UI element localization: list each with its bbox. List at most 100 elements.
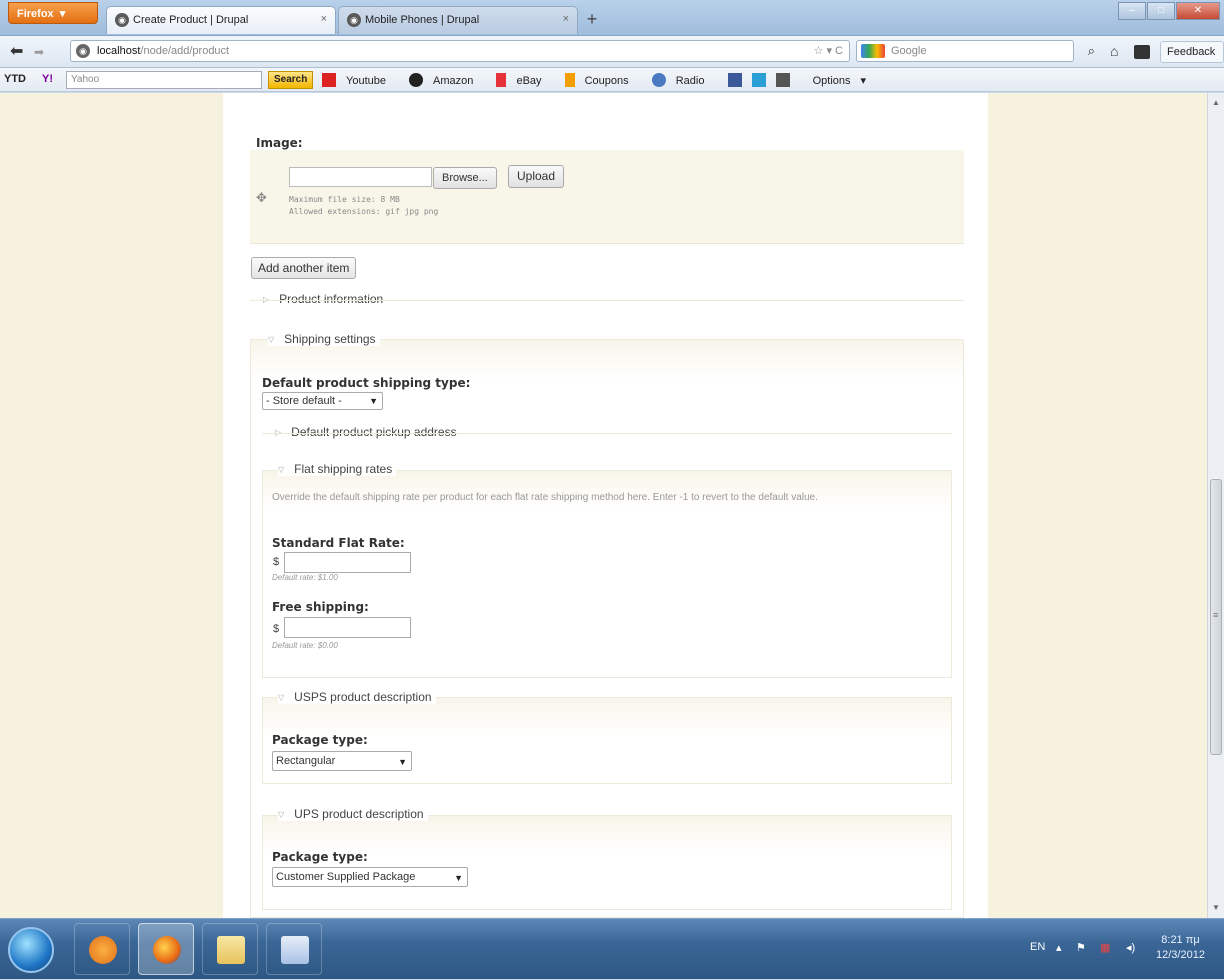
url-bar[interactable]: ◉ localhost/node/add/product ☆ ▾ C (70, 40, 850, 62)
yahoo-placeholder: Yahoo (71, 74, 100, 85)
yahoo-search-button[interactable]: Search (268, 71, 314, 89)
add-another-item-button[interactable]: Add another item (251, 257, 357, 279)
ups-package-type-select[interactable]: Customer Supplied Package ▼ (272, 867, 468, 887)
triangle-down-icon: ▽ (278, 465, 285, 474)
tab-mobile-phones[interactable]: ◉ Mobile Phones | Drupal × (338, 6, 578, 34)
standard-flat-rate-label: Standard Flat Rate: (272, 536, 405, 550)
coupons-link[interactable]: Coupons (564, 73, 639, 87)
upload-button[interactable]: Upload (508, 165, 565, 188)
url-host: localhost (97, 45, 141, 57)
currency-symbol: $ (273, 556, 280, 568)
twitter-icon (751, 73, 766, 87)
show-hidden-icons-icon[interactable]: ▴ (1056, 941, 1062, 954)
taskbar-explorer[interactable] (202, 923, 258, 975)
feedback-button[interactable]: Feedback ▾ (1160, 41, 1224, 78)
yahoo-toolbar: YTD Y! Yahoo Search Youtube Amazon eBay … (0, 68, 1224, 92)
minimize-button[interactable]: – (1118, 2, 1146, 20)
site-identity-icon[interactable]: ◉ (76, 44, 90, 58)
maximize-button[interactable]: □ (1147, 2, 1175, 20)
clock-date: 12/3/2012 (1156, 949, 1205, 961)
dropdown-arrow-icon: ▼ (398, 757, 407, 767)
bookmark-star-icon[interactable]: ☆ ▾ C (814, 41, 843, 61)
clock[interactable]: 8:21 πμ 12/3/2012 (1156, 933, 1205, 963)
system-tray: EN ▴ ⚑ ▦ ◂) 8:21 πμ 12/3/2012 (1010, 919, 1224, 980)
ebay-link[interactable]: eBay (496, 73, 551, 87)
scrollbar-thumb[interactable]: ≡ (1210, 479, 1222, 755)
options-link[interactable]: Options ▾ (813, 75, 866, 87)
dropdown-arrow-icon: ▼ (454, 873, 463, 883)
start-button[interactable] (8, 927, 54, 973)
standard-flat-rate-input[interactable] (284, 552, 411, 573)
forward-button[interactable]: ➡ (34, 42, 44, 62)
chevron-down-icon: ▾ (59, 8, 66, 20)
radio-icon (651, 73, 666, 87)
drupal-icon: ◉ (115, 13, 129, 27)
shipping-settings-label: Shipping settings (284, 332, 376, 346)
ytd-label[interactable]: YTD (4, 73, 26, 85)
amazon-icon (409, 73, 424, 87)
tab-create-product[interactable]: ◉ Create Product | Drupal × (106, 6, 336, 34)
amazon-link[interactable]: Amazon (409, 73, 483, 87)
usps-label: USPS product description (294, 690, 432, 704)
window-titlebar: Firefox ▾ ◉ Create Product | Drupal × ◉ Mob… (0, 0, 1224, 36)
volume-icon[interactable]: ◂) (1126, 941, 1135, 954)
radio-link[interactable]: Radio (651, 73, 715, 87)
browse-button[interactable]: Browse... (433, 167, 497, 189)
back-button[interactable]: ⬅ (10, 42, 23, 62)
ups-toggle[interactable]: ▽ UPS product description (278, 807, 428, 821)
grip-icon: ≡ (1213, 610, 1219, 620)
usps-package-type-select[interactable]: Rectangular ▼ (272, 751, 412, 771)
social-icons[interactable] (727, 73, 800, 87)
close-window-button[interactable]: ✕ (1176, 2, 1220, 20)
dropdown-arrow-icon: ▼ (369, 396, 378, 406)
search-input[interactable]: Google ⌕ (856, 40, 1095, 62)
youtube-link[interactable]: Youtube (322, 73, 396, 87)
taskbar-word[interactable] (266, 923, 322, 975)
search-icon[interactable]: ⌕ (1088, 41, 1095, 61)
select-value: - Store default - (266, 395, 342, 407)
scroll-up-arrow-icon[interactable]: ▲ (1208, 95, 1224, 111)
default-shipping-type-select[interactable]: - Store default - ▼ (262, 392, 383, 410)
tab-label: Create Product | Drupal (133, 13, 249, 26)
pickup-address-toggle[interactable]: ▷Default product pickup address (275, 425, 457, 439)
image-field-label: Image: (256, 136, 303, 150)
clock-time: 8:21 πμ (1161, 934, 1200, 946)
ebay-icon (496, 73, 507, 87)
taskbar-media-player[interactable] (74, 923, 130, 975)
new-tab-button[interactable]: + (580, 8, 604, 32)
product-information-toggle[interactable]: ▷Product information (263, 292, 383, 306)
free-shipping-label: Free shipping: (272, 600, 369, 614)
divider (250, 300, 964, 301)
vertical-scrollbar[interactable]: ▲ ≡ ▼ (1207, 93, 1224, 918)
language-indicator[interactable]: EN (1030, 941, 1045, 953)
toolbar-links: Youtube Amazon eBay Coupons Radio Option… (322, 73, 876, 87)
close-tab-icon[interactable]: × (321, 13, 327, 25)
window-controls: – □ ✕ (1117, 2, 1220, 20)
facebook-icon (727, 73, 742, 87)
yahoo-logo[interactable]: Y! (42, 73, 53, 85)
ups-package-type-label: Package type: (272, 850, 368, 864)
network-icon[interactable]: ▦ (1100, 941, 1110, 954)
file-path-input[interactable] (289, 167, 432, 187)
flat-rates-toggle[interactable]: ▽ Flat shipping rates (278, 462, 397, 476)
taskbar-firefox[interactable] (138, 923, 194, 975)
yahoo-search-input[interactable]: Yahoo (66, 71, 262, 89)
pickup-address-label: Default product pickup address (291, 425, 457, 439)
usps-toggle[interactable]: ▽ USPS product description (278, 690, 436, 704)
tab-label: Mobile Phones | Drupal (365, 13, 480, 26)
allowed-extensions-hint: Allowed extensions: gif jpg png (289, 207, 439, 216)
free-shipping-input[interactable] (284, 617, 411, 638)
windows-taskbar: EN ▴ ⚑ ▦ ◂) 8:21 πμ 12/3/2012 (0, 918, 1224, 979)
action-center-icon[interactable]: ⚑ (1076, 941, 1086, 954)
close-tab-icon[interactable]: × (563, 13, 569, 25)
addon-icon[interactable] (1134, 45, 1150, 59)
triangle-down-icon: ▽ (278, 810, 285, 819)
scroll-down-arrow-icon[interactable]: ▼ (1208, 900, 1224, 916)
firefox-menu-button[interactable]: Firefox ▾ (8, 2, 98, 24)
triangle-down-icon: ▽ (278, 693, 285, 702)
shipping-settings-toggle[interactable]: ▽ Shipping settings (268, 332, 380, 346)
drag-handle-icon[interactable]: ✥ (256, 190, 267, 206)
ups-label: UPS product description (294, 807, 424, 821)
drupal-icon: ◉ (347, 13, 361, 27)
home-icon[interactable]: ⌂ (1110, 43, 1118, 59)
